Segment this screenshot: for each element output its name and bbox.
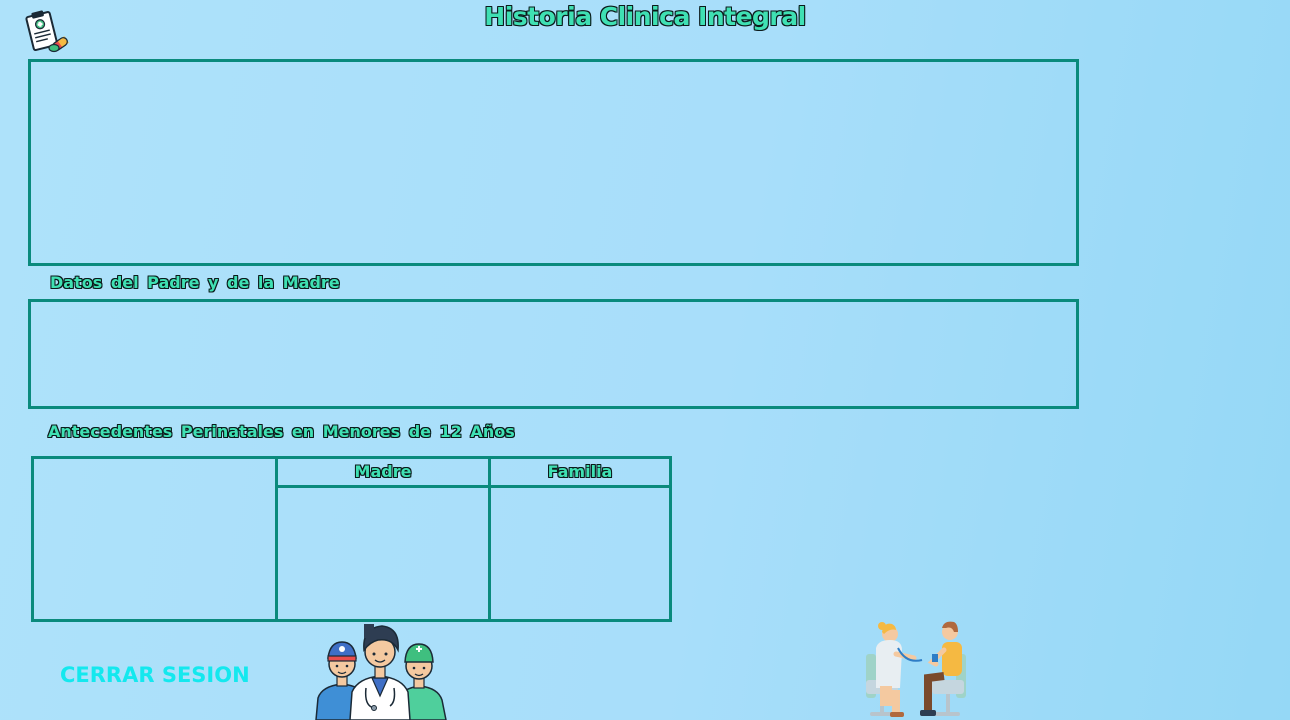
table-column-divider [275, 459, 278, 619]
perinatal-table: Madre Familia [31, 456, 672, 622]
column-header-madre: Madre [354, 462, 412, 481]
patient-data-panel [28, 59, 1079, 266]
logout-button[interactable]: CERRAR SESION [60, 663, 250, 687]
table-header-divider [275, 485, 669, 488]
column-header-familia: Familia [547, 462, 613, 481]
medical-team-icon [312, 622, 452, 720]
page-title: Historia Clinica Integral [484, 2, 806, 31]
perinatal-section-heading: Antecedentes Perinatales en Menores de 1… [48, 422, 515, 441]
medical-record-icon [22, 10, 70, 56]
parents-section-heading: Datos del Padre y de la Madre [50, 273, 340, 292]
parents-data-panel [28, 299, 1079, 409]
table-column-divider [488, 459, 491, 619]
doctor-patient-icon [862, 618, 972, 720]
